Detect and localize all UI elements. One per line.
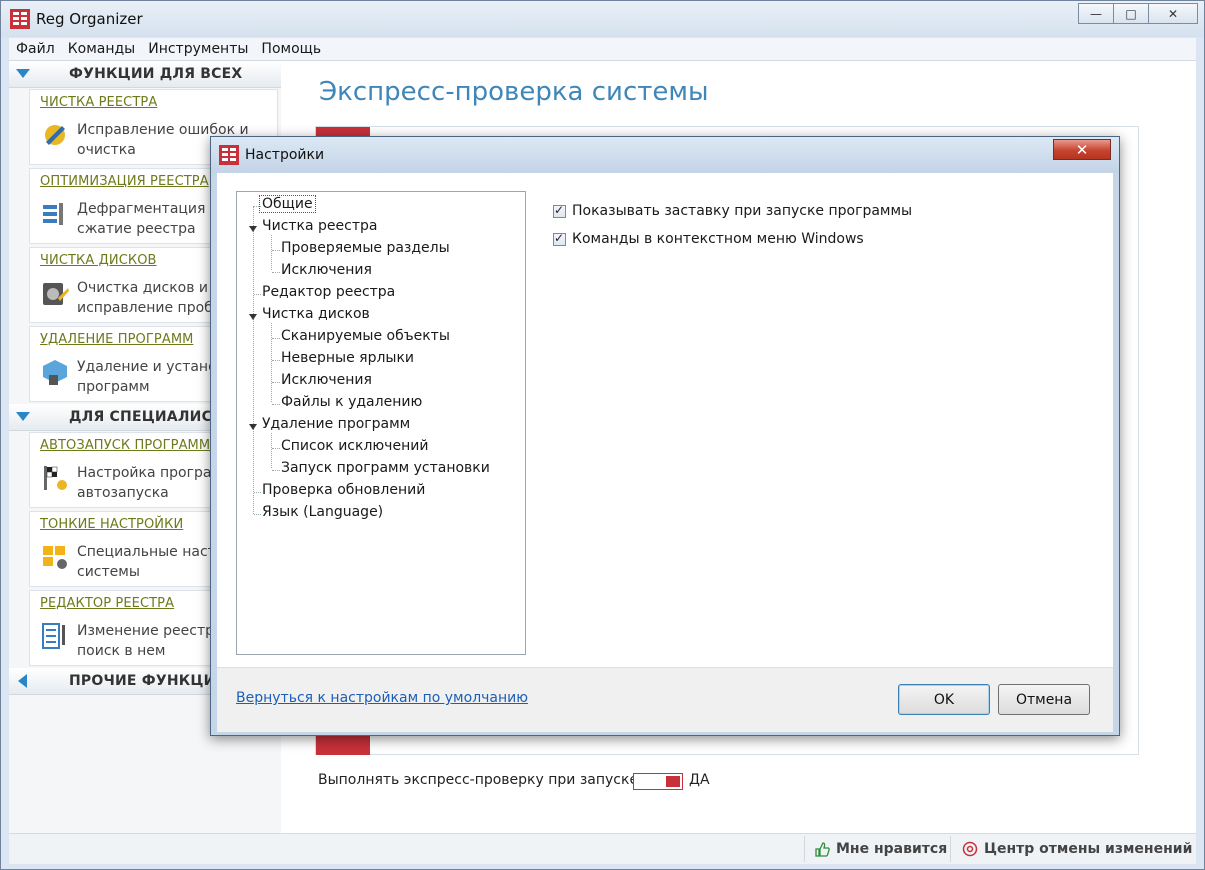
tree-line — [272, 382, 280, 383]
tree-line — [271, 433, 272, 468]
tree-node-general[interactable]: Общие — [259, 195, 316, 213]
disk-clean-icon — [43, 283, 69, 305]
maximize-icon: □ — [1125, 6, 1137, 21]
tree-line — [254, 492, 261, 493]
reset-defaults-link[interactable]: Вернуться к настройкам по умолчанию — [236, 690, 528, 706]
option-splash-screen[interactable]: Показывать заставку при запуске программ… — [553, 203, 912, 219]
status-bar: Мне нравится Центр отмены изменений — [9, 833, 1196, 864]
dialog-title: Настройки — [245, 147, 325, 163]
option-label: Показывать заставку при запуске программ… — [572, 203, 913, 219]
uninstall-box-icon — [43, 360, 67, 385]
tree-node-registry-exclusions[interactable]: Исключения — [281, 262, 372, 278]
option-label: Команды в контекстном меню Windows — [572, 231, 864, 247]
tree-node-exclusion-list[interactable]: Список исключений — [281, 438, 428, 454]
tree-line — [272, 338, 280, 339]
ok-button[interactable]: OK — [898, 684, 990, 715]
status-separator — [804, 836, 805, 862]
tree-line — [253, 206, 254, 514]
section-label: ПРОЧИЕ ФУНКЦИИ — [69, 673, 228, 689]
registry-optimize-icon — [43, 203, 63, 225]
express-check-toggle[interactable] — [633, 773, 683, 790]
minimize-icon: — — [1090, 6, 1102, 21]
minimize-button[interactable]: — — [1078, 3, 1114, 24]
collapse-triangle-icon — [16, 69, 30, 78]
tree-line — [271, 323, 272, 402]
like-label: Мне нравится — [836, 841, 948, 857]
tree-node-invalid-shortcuts[interactable]: Неверные ярлыки — [281, 350, 414, 366]
tool-title[interactable]: АВТОЗАПУСК ПРОГРАММ — [40, 438, 210, 453]
checkbox-checked[interactable] — [553, 203, 566, 218]
tree-line — [254, 294, 261, 295]
like-button[interactable]: Мне нравится — [815, 841, 947, 857]
title-bar: Reg Organizer — □ ✕ — [1, 1, 1204, 37]
thumbs-up-icon — [815, 841, 830, 857]
cancel-button[interactable]: Отмена — [998, 684, 1090, 715]
tool-title[interactable]: РЕДАКТОР РЕЕСТРА — [40, 596, 174, 611]
tree-node-scanned-sections[interactable]: Проверяемые разделы — [281, 240, 450, 256]
dialog-body: Общие Чистка реестра Проверяемые разделы… — [217, 173, 1113, 732]
tool-title[interactable]: ЧИСТКА РЕЕСТРА — [40, 95, 157, 110]
menu-file[interactable]: Файл — [9, 38, 61, 57]
status-separator — [950, 836, 951, 862]
tree-expander-icon[interactable] — [249, 424, 257, 430]
close-button[interactable]: ✕ — [1148, 3, 1198, 24]
tree-node-uninstall[interactable]: Удаление программ — [262, 416, 410, 432]
expand-triangle-icon — [18, 674, 27, 688]
undo-center-icon — [962, 841, 978, 857]
settings-tree: Общие Чистка реестра Проверяемые разделы… — [236, 191, 526, 655]
tree-node-registry-editor[interactable]: Редактор реестра — [262, 284, 395, 300]
tool-title[interactable]: ОПТИМИЗАЦИЯ РЕЕСТРА — [40, 174, 209, 189]
section-header-all[interactable]: ФУНКЦИИ ДЛЯ ВСЕХ — [9, 61, 281, 88]
tree-node-updates[interactable]: Проверка обновлений — [262, 482, 425, 498]
toggle-knob — [666, 776, 680, 787]
close-icon: ✕ — [1167, 6, 1179, 21]
tree-line — [272, 404, 280, 405]
dialog-footer: Вернуться к настройкам по умолчанию OK О… — [217, 667, 1113, 732]
tree-node-language[interactable]: Язык (Language) — [262, 504, 383, 520]
registry-clean-icon — [45, 125, 65, 145]
close-icon: ✕ — [1075, 140, 1089, 159]
tree-line — [272, 470, 280, 471]
menu-bar: Файл Команды Инструменты Помощь — [9, 38, 1196, 61]
express-check-label: Выполнять экспресс-проверку при запуске: — [318, 772, 643, 788]
tree-node-disk-exclusions[interactable]: Исключения — [281, 372, 372, 388]
menu-commands[interactable]: Команды — [61, 38, 142, 57]
tree-line — [272, 360, 280, 361]
registry-editor-icon — [42, 623, 65, 649]
settings-dialog: Настройки ✕ Общие Чистка реестра Проверя… — [210, 136, 1120, 736]
tree-line — [271, 235, 272, 270]
undo-center-label: Центр отмены изменений — [984, 841, 1193, 857]
tree-node-disk-clean[interactable]: Чистка дисков — [262, 306, 370, 322]
tree-node-files-to-delete[interactable]: Файлы к удалению — [281, 394, 422, 410]
tree-node-scanned-objects[interactable]: Сканируемые объекты — [281, 328, 450, 344]
autorun-flag-icon — [44, 466, 67, 490]
menu-help[interactable]: Помощь — [254, 38, 327, 57]
dialog-close-button[interactable]: ✕ — [1053, 139, 1111, 160]
window-title: Reg Organizer — [36, 10, 143, 28]
tree-node-registry-clean[interactable]: Чистка реестра — [262, 218, 377, 234]
toggle-value: ДА — [689, 772, 710, 788]
page-title: Экспресс-проверка системы — [319, 77, 709, 107]
collapse-triangle-icon — [16, 412, 30, 421]
option-context-menu[interactable]: Команды в контекстном меню Windows — [553, 231, 864, 247]
maximize-button[interactable]: □ — [1113, 3, 1149, 24]
dialog-title-bar: Настройки ✕ — [211, 137, 1119, 173]
windows-tweak-icon — [43, 546, 67, 569]
tree-node-installer-launch[interactable]: Запуск программ установки — [281, 460, 490, 476]
tree-line — [254, 514, 261, 515]
app-logo-icon — [219, 145, 239, 165]
app-logo-icon — [10, 9, 30, 29]
undo-center-button[interactable]: Центр отмены изменений — [962, 841, 1192, 857]
tree-expander-icon[interactable] — [249, 314, 257, 320]
tree-expander-icon[interactable] — [249, 226, 257, 232]
checkbox-checked[interactable] — [553, 231, 566, 246]
tree-line — [272, 448, 280, 449]
tree-line — [272, 250, 280, 251]
tool-title[interactable]: ТОНКИЕ НАСТРОЙКИ — [40, 517, 183, 532]
tree-line — [272, 272, 280, 273]
tool-title[interactable]: УДАЛЕНИЕ ПРОГРАММ — [40, 332, 193, 347]
menu-tools[interactable]: Инструменты — [141, 38, 254, 57]
tool-title[interactable]: ЧИСТКА ДИСКОВ — [40, 253, 157, 268]
section-label: ФУНКЦИИ ДЛЯ ВСЕХ — [69, 66, 243, 82]
